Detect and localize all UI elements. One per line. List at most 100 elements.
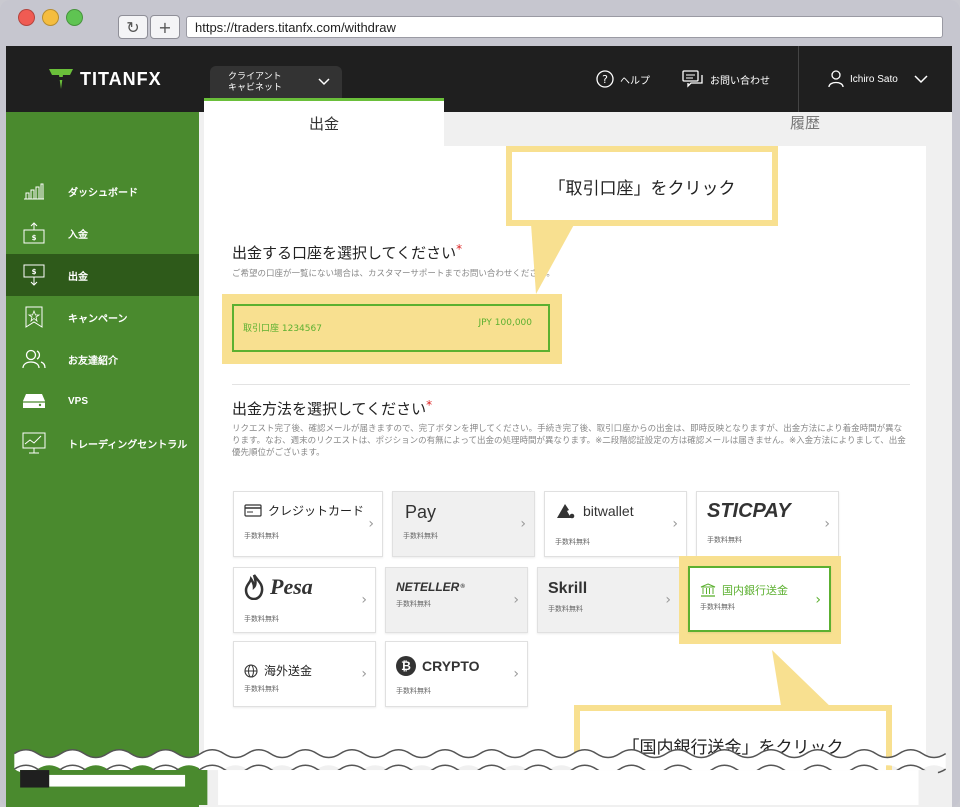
method-apple-pay[interactable]: Pay 手数料無料 › bbox=[392, 491, 535, 557]
tab-withdraw[interactable]: 出金 bbox=[204, 98, 444, 146]
method-section-title: 出金方法を選択してください* bbox=[232, 398, 432, 419]
help-link[interactable]: ? ヘルプ bbox=[596, 70, 650, 88]
fee-label: 手数料無料 bbox=[396, 600, 431, 608]
account-section-title: 出金する口座を選択してください* bbox=[232, 242, 462, 263]
user-name: Ichiro Sato bbox=[850, 73, 898, 85]
method-name: Pay bbox=[405, 502, 437, 522]
method-domestic-bank-transfer[interactable]: 国内銀行送金 手数料無料 › bbox=[688, 566, 831, 632]
method-name: クレジットカード bbox=[268, 504, 365, 518]
close-window-button[interactable] bbox=[18, 9, 35, 26]
method-credit-card[interactable]: クレジットカード 手数料無料 › bbox=[233, 491, 383, 557]
account-section-title-text: 出金する口座を選択してください bbox=[232, 244, 457, 262]
plus-icon: + bbox=[158, 17, 172, 37]
bar-chart-icon bbox=[22, 180, 46, 202]
chat-icon bbox=[682, 70, 703, 88]
users-icon bbox=[22, 348, 46, 370]
tab-history-label: 履歴 bbox=[789, 113, 820, 132]
svg-text:?: ? bbox=[602, 73, 608, 86]
method-name: Skrill bbox=[548, 580, 588, 597]
method-skrill[interactable]: Skrill 手数料無料 › bbox=[537, 567, 680, 633]
sidebar-item-label: VPS bbox=[68, 395, 89, 407]
method-bitwallet[interactable]: bitwallet 手数料無料 › bbox=[544, 491, 687, 557]
required-mark: * bbox=[456, 242, 463, 256]
fee-label: 手数料無料 bbox=[403, 532, 438, 540]
registered-mark: ® bbox=[460, 584, 465, 590]
globe-icon bbox=[244, 663, 258, 678]
chevron-right-icon: › bbox=[513, 592, 519, 608]
sidebar-item-campaign[interactable]: キャンペーン bbox=[6, 296, 199, 338]
chevron-right-icon: › bbox=[368, 516, 374, 532]
withdraw-icon: $ bbox=[22, 264, 46, 286]
titanfx-logo[interactable]: TITANFX bbox=[48, 67, 162, 91]
chevron-down-icon bbox=[318, 78, 330, 86]
method-crypto[interactable]: ₿ CRYPTO 手数料無料 › bbox=[385, 641, 528, 707]
required-mark: * bbox=[426, 398, 433, 412]
trading-account-option[interactable]: 取引口座 1234567 JPY 100,000 bbox=[232, 304, 550, 352]
svg-text:$: $ bbox=[32, 268, 37, 276]
account-section-note: ご希望の口座が一覧にない場合は、カスタマーサポートまでお問い合わせください。 bbox=[232, 269, 555, 279]
method-name: 海外送金 bbox=[264, 664, 313, 678]
callout-account: 「取引口座」をクリック bbox=[506, 146, 778, 226]
method-sticpay[interactable]: STICPAY 手数料無料 › bbox=[696, 491, 839, 557]
bitwallet-icon bbox=[557, 504, 575, 519]
tab-history[interactable]: 履歴 bbox=[690, 98, 920, 146]
method-name: CRYPTO bbox=[422, 658, 480, 674]
sidebar-item-label: キャンペーン bbox=[68, 313, 128, 325]
sidebar-item-dashboard[interactable]: ダッシュボード bbox=[6, 170, 199, 212]
deposit-icon: $ bbox=[22, 222, 46, 244]
chevron-right-icon: › bbox=[513, 666, 519, 682]
pesa-flame-icon bbox=[244, 574, 264, 600]
credit-card-icon bbox=[244, 504, 262, 517]
sidebar-item-withdraw[interactable]: $ 出金 bbox=[6, 254, 199, 296]
chevron-right-icon: › bbox=[361, 666, 367, 682]
method-neteller[interactable]: NETELLER ® 手数料無料 › bbox=[385, 567, 528, 633]
help-icon: ? bbox=[596, 70, 614, 88]
reload-button[interactable]: ↻ bbox=[118, 15, 148, 39]
sidebar-item-label: 出金 bbox=[68, 271, 88, 283]
chevron-right-icon: › bbox=[520, 516, 526, 532]
bank-icon bbox=[700, 583, 716, 597]
section-divider bbox=[232, 384, 910, 385]
user-icon bbox=[828, 70, 844, 88]
browser-window: ↻ + https://traders.titanfx.com/withdraw… bbox=[0, 0, 960, 807]
account-balance: JPY 100,000 bbox=[478, 318, 532, 328]
user-menu[interactable]: Ichiro Sato bbox=[828, 70, 928, 88]
sidebar-item-label: トレーディングセントラル bbox=[68, 439, 188, 451]
method-name: STICPAY bbox=[707, 500, 791, 522]
torn-page-edge bbox=[13, 748, 947, 805]
svg-text:$: $ bbox=[32, 234, 37, 242]
account-name: 取引口座 1234567 bbox=[243, 324, 322, 334]
sidebar-item-referral[interactable]: お友達紹介 bbox=[6, 338, 199, 380]
method-pesa[interactable]: Pesa › 手数料無料 bbox=[233, 567, 376, 633]
contact-link[interactable]: お問い合わせ bbox=[682, 70, 770, 88]
minimize-window-button[interactable] bbox=[42, 9, 59, 26]
titanfx-logo-icon bbox=[49, 69, 73, 89]
fee-label: 手数料無料 bbox=[244, 532, 279, 540]
new-tab-button[interactable]: + bbox=[150, 15, 180, 39]
fee-label: 手数料無料 bbox=[700, 603, 735, 611]
sidebar-item-label: お友達紹介 bbox=[68, 355, 118, 367]
fee-label: 手数料無料 bbox=[555, 538, 590, 546]
chevron-right-icon: › bbox=[824, 516, 830, 532]
chevron-right-icon: › bbox=[672, 516, 678, 532]
sidebar-item-vps[interactable]: VPS bbox=[6, 380, 199, 422]
fee-label: 手数料無料 bbox=[244, 685, 279, 693]
chevron-down-icon bbox=[914, 74, 928, 83]
method-section-title-text: 出金方法を選択してください bbox=[232, 400, 427, 418]
fee-label: 手数料無料 bbox=[548, 605, 583, 613]
method-name: Pesa bbox=[270, 574, 313, 599]
fee-label: 手数料無料 bbox=[244, 615, 279, 623]
method-name: NETELLER bbox=[396, 580, 460, 594]
sidebar-item-trading-central[interactable]: トレーディングセントラル bbox=[6, 422, 199, 464]
fee-label: 手数料無料 bbox=[707, 536, 742, 544]
method-overseas-transfer[interactable]: 海外送金 手数料無料 › bbox=[233, 641, 376, 707]
maximize-window-button[interactable] bbox=[66, 9, 83, 26]
chevron-right-icon: › bbox=[361, 592, 367, 608]
window-controls bbox=[18, 9, 83, 26]
chevron-right-icon: › bbox=[665, 592, 671, 608]
ribbon-star-icon bbox=[22, 306, 46, 328]
method-name: 国内銀行送金 bbox=[722, 584, 788, 597]
address-bar[interactable]: https://traders.titanfx.com/withdraw bbox=[186, 16, 943, 38]
sidebar-item-label: 入金 bbox=[68, 229, 88, 241]
sidebar-item-deposit[interactable]: $ 入金 bbox=[6, 212, 199, 254]
